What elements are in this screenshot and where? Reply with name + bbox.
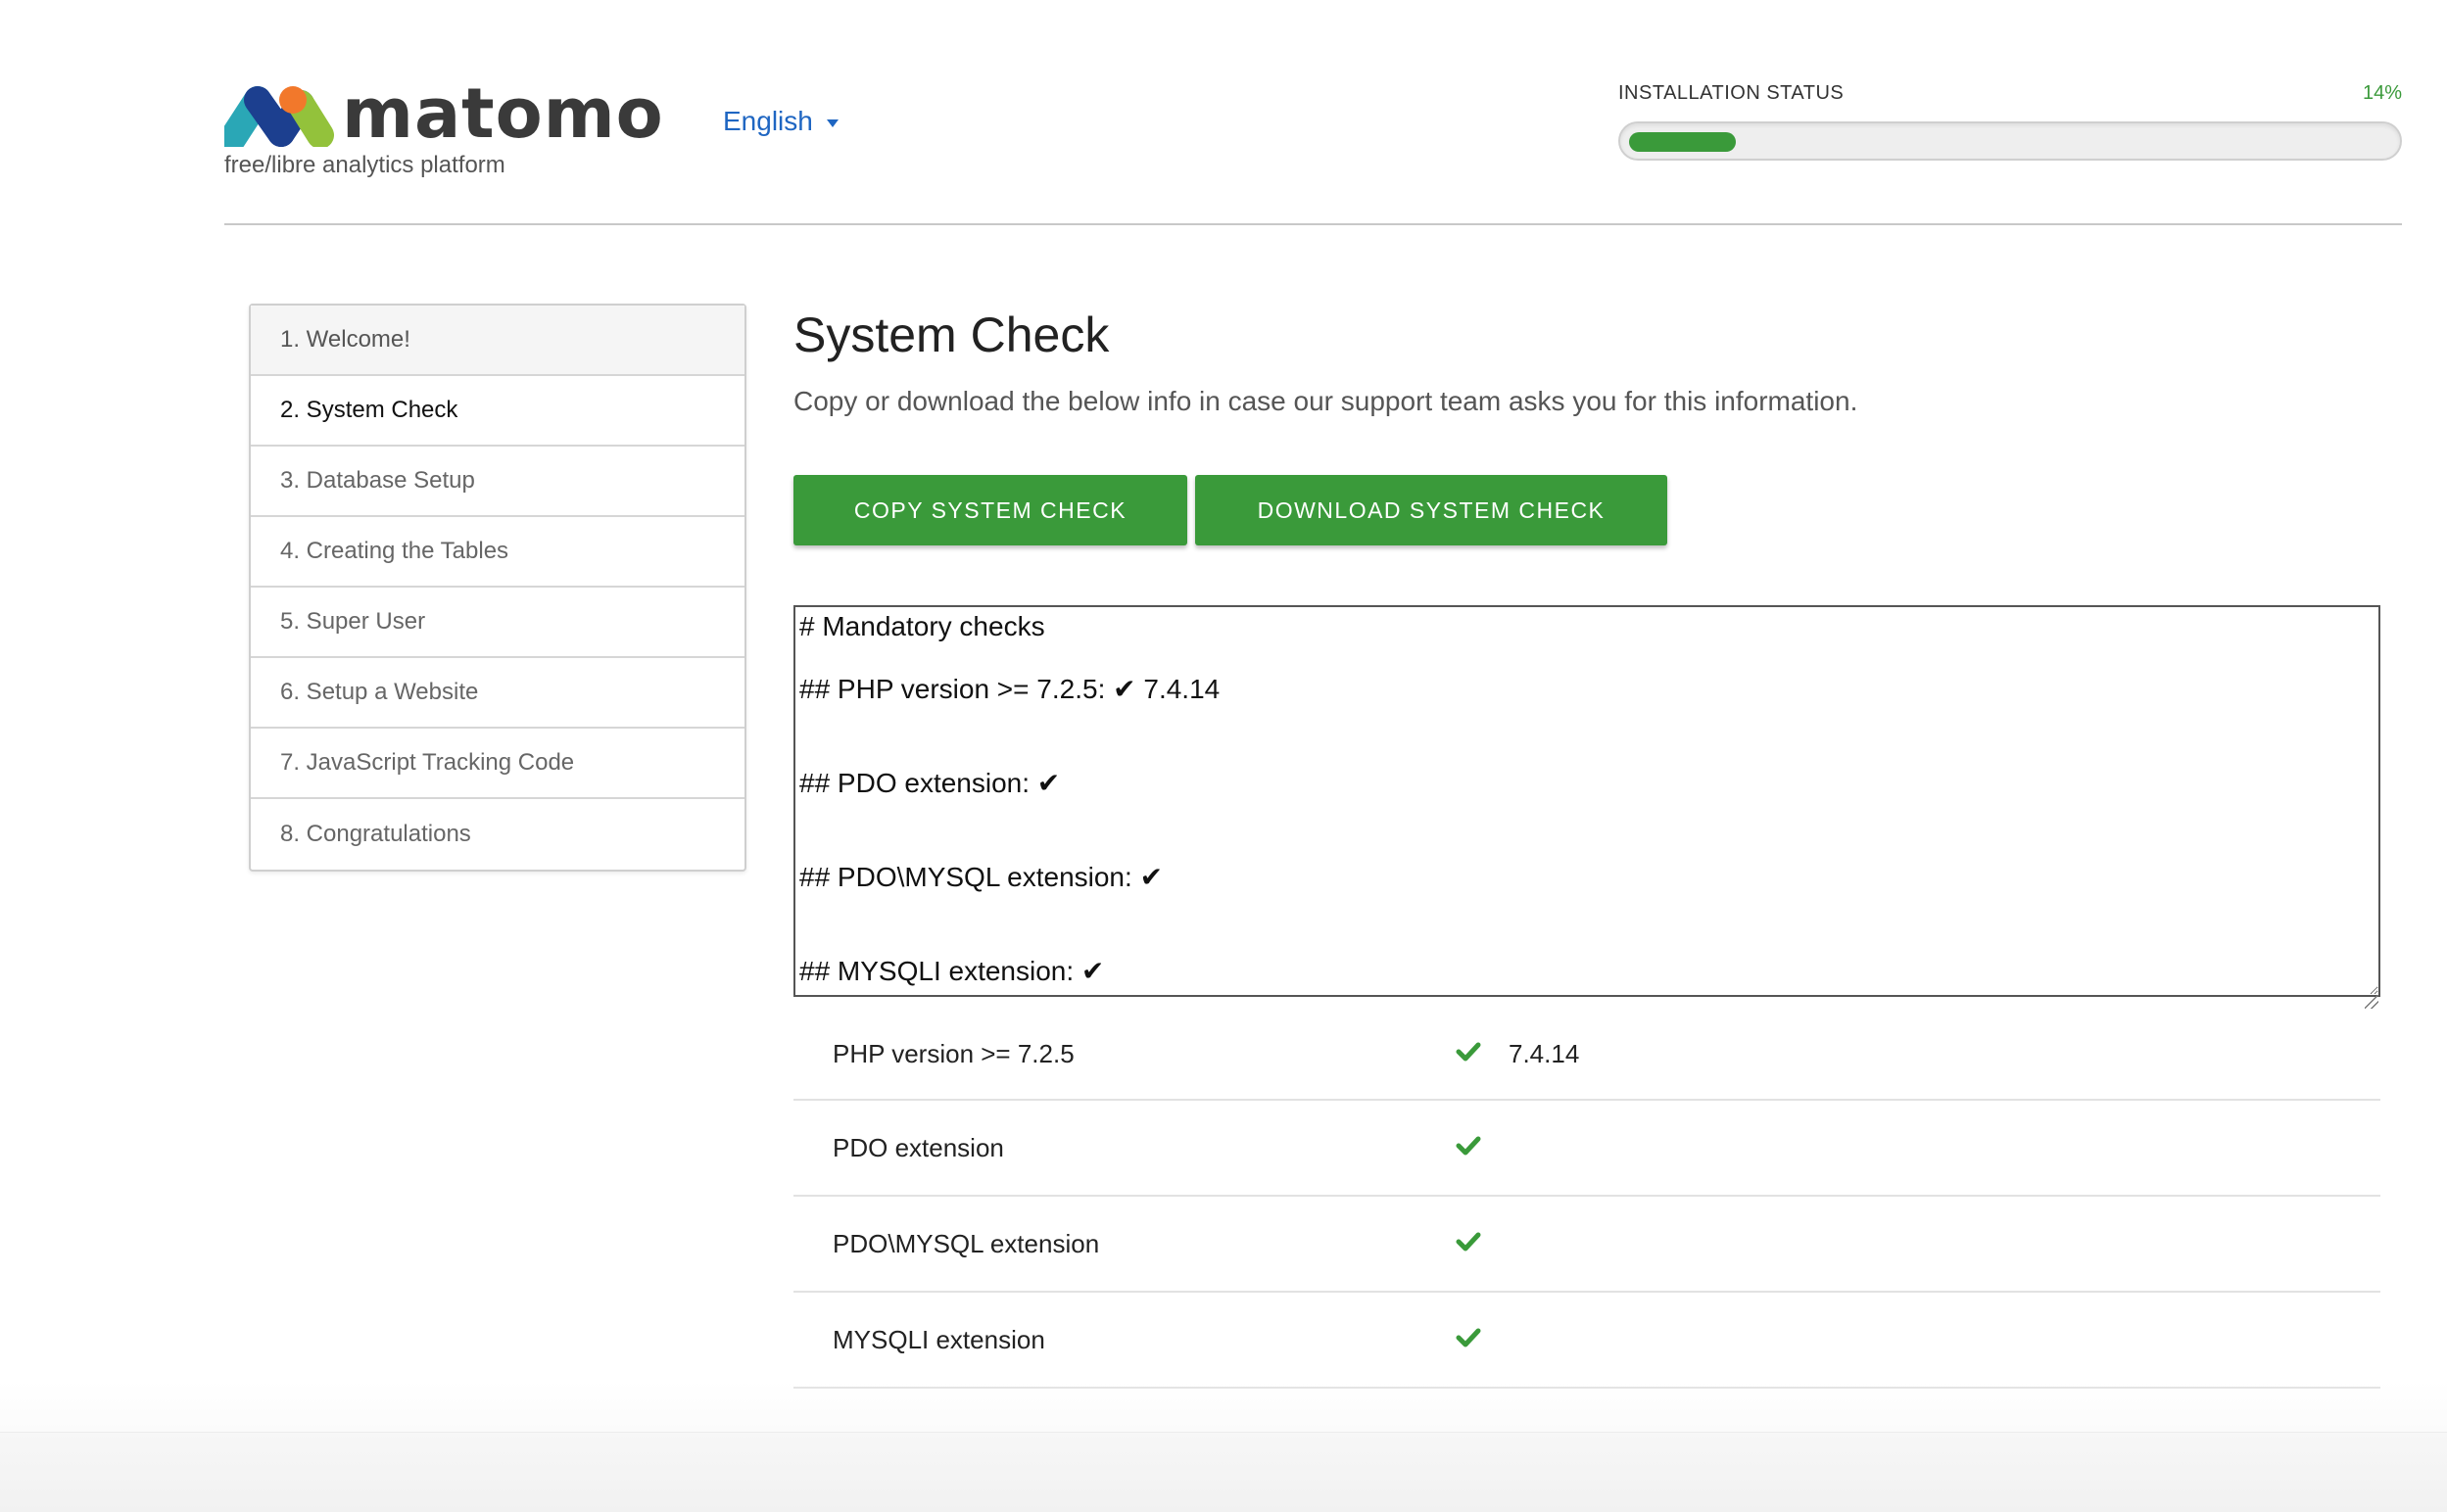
- language-selector[interactable]: English: [723, 106, 839, 137]
- check-name: PHP version >= 7.2.5: [833, 1038, 1075, 1068]
- check-name: MYSQLI extension: [833, 1324, 1045, 1354]
- table-row: PDO\MYSQL extension: [793, 1197, 2380, 1293]
- language-label: English: [723, 106, 813, 136]
- copy-system-check-button[interactable]: COPY SYSTEM CHECK: [793, 475, 1187, 545]
- caret-down-icon: [826, 118, 839, 127]
- download-system-check-button[interactable]: DOWNLOAD SYSTEM CHECK: [1195, 475, 1667, 545]
- check-name: PDO extension: [833, 1132, 1004, 1162]
- step-super-user[interactable]: 5. Super User: [251, 588, 744, 658]
- checkmark-icon: [1456, 1328, 1481, 1347]
- button-row: COPY SYSTEM CHECK DOWNLOAD SYSTEM CHECK: [793, 475, 1667, 545]
- check-value: 7.4.14: [1509, 1038, 1580, 1068]
- installation-status-label: INSTALLATION STATUS: [1618, 82, 1845, 104]
- table-row: PDO extension: [793, 1101, 2380, 1197]
- bottom-bar: [0, 1432, 2447, 1512]
- scroll-fade: [0, 1381, 2447, 1434]
- step-system-check[interactable]: 2. System Check: [251, 376, 744, 447]
- header-divider: [224, 223, 2402, 225]
- step-setup-website[interactable]: 6. Setup a Website: [251, 658, 744, 729]
- main-content: System Check Copy or download the below …: [793, 294, 2380, 1389]
- system-check-textarea[interactable]: # Mandatory checks ## PHP version >= 7.2…: [793, 605, 2380, 997]
- page-subtitle: Copy or download the below info in case …: [793, 386, 1858, 416]
- table-row: MYSQLI extension: [793, 1293, 2380, 1389]
- installation-steps-nav: 1. Welcome! 2. System Check 3. Database …: [249, 304, 746, 872]
- resize-grip-icon[interactable]: [2365, 995, 2378, 1009]
- checkmark-icon: [1456, 1042, 1481, 1062]
- installation-status: INSTALLATION STATUS 14%: [1618, 82, 2402, 161]
- system-check-table: PHP version >= 7.2.5 7.4.14 PDO extensio…: [793, 1009, 2380, 1389]
- checkmark-icon: [1456, 1232, 1481, 1252]
- page-title: System Check: [793, 307, 1110, 362]
- step-welcome[interactable]: 1. Welcome!: [251, 306, 744, 376]
- table-row: PHP version >= 7.2.5 7.4.14: [793, 1009, 2380, 1101]
- installation-percent: 14%: [2362, 82, 2402, 104]
- header: matomo free/libre analytics platform Eng…: [0, 0, 2447, 225]
- step-database-setup[interactable]: 3. Database Setup: [251, 447, 744, 517]
- step-creating-tables[interactable]: 4. Creating the Tables: [251, 517, 744, 588]
- matomo-logo[interactable]: matomo: [224, 74, 663, 153]
- installation-progress-fill: [1629, 132, 1736, 152]
- tagline: free/libre analytics platform: [224, 152, 505, 178]
- step-tracking-code[interactable]: 7. JavaScript Tracking Code: [251, 729, 744, 799]
- check-name: PDO\MYSQL extension: [833, 1228, 1100, 1258]
- checkmark-icon: [1456, 1136, 1481, 1156]
- installation-progress-bar: [1618, 121, 2402, 161]
- logo-wordmark: matomo: [342, 73, 664, 154]
- step-congratulations[interactable]: 8. Congratulations: [251, 799, 744, 870]
- matomo-logo-icon: [224, 86, 334, 147]
